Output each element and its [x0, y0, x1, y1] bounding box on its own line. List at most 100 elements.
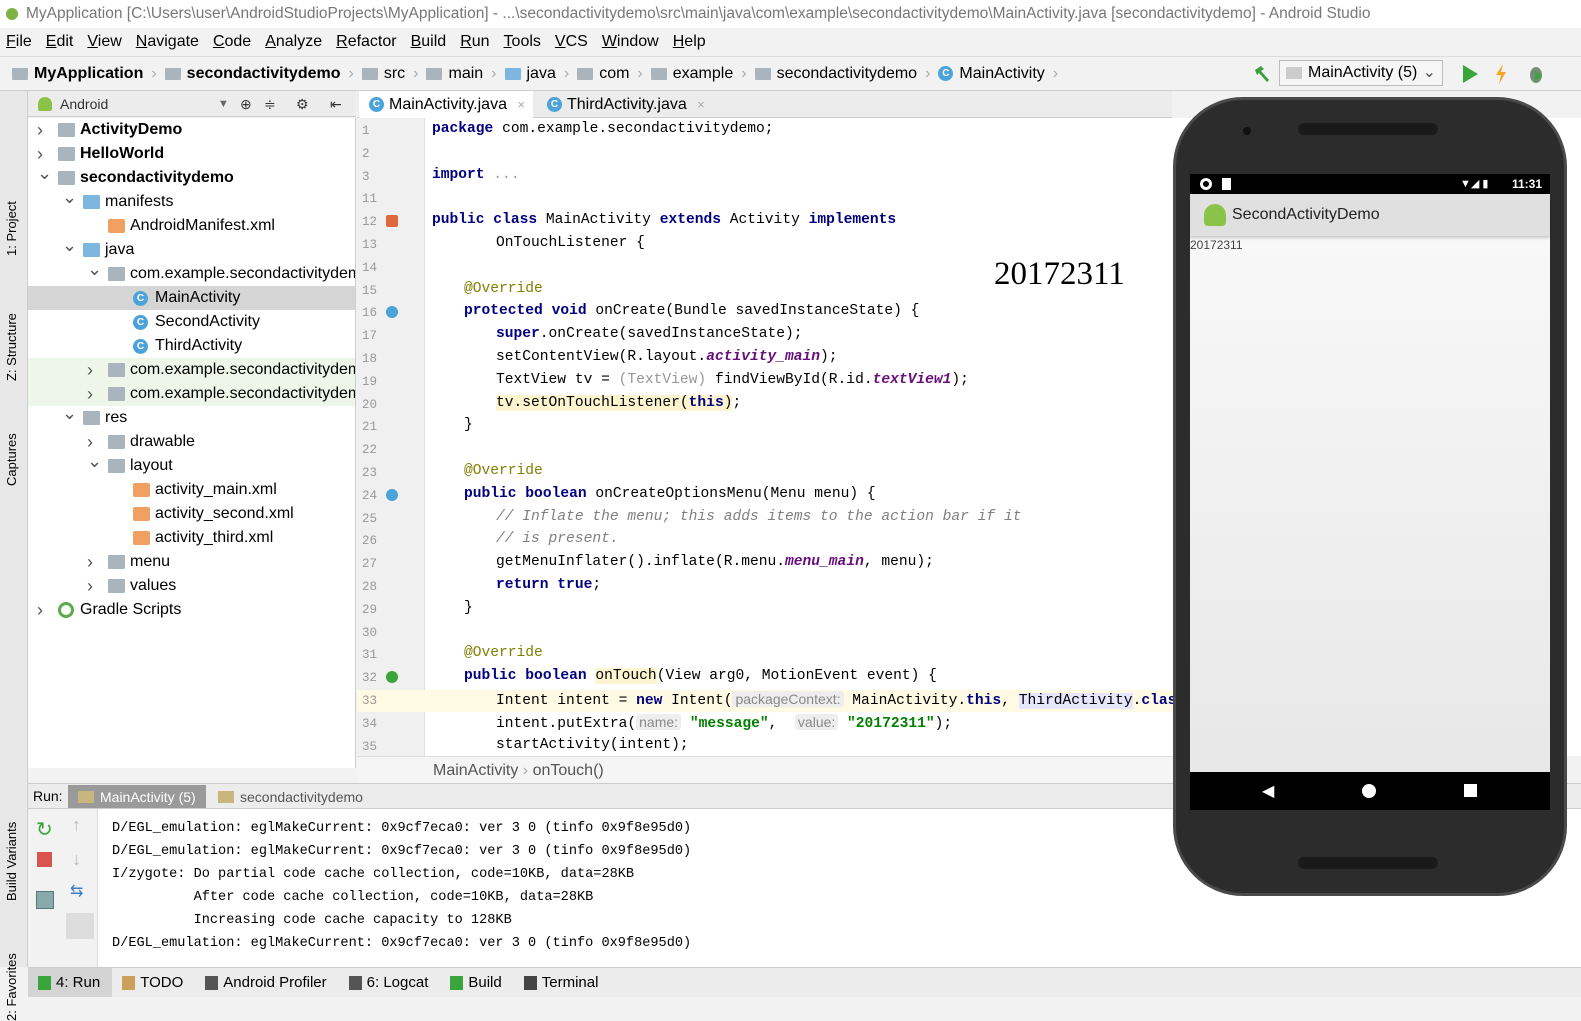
bottom-tab-todo[interactable]: TODO — [112, 968, 195, 997]
chevron-down-icon[interactable]: ⌄ — [87, 449, 102, 473]
hide-panel-icon[interactable]: ⇤ — [330, 91, 342, 117]
tree-item[interactable]: C MainActivity — [28, 286, 355, 310]
menu-refactor[interactable]: Refactor — [336, 28, 396, 56]
bottom-tab-android-profiler[interactable]: Android Profiler — [195, 968, 338, 997]
layout-icon[interactable] — [36, 891, 54, 909]
tab-favorites[interactable]: 2: Favorites — [4, 953, 19, 1021]
breadcrumb-item[interactable]: java › — [504, 65, 569, 83]
menu-run[interactable]: Run — [460, 28, 489, 56]
code-line[interactable]: super.onCreate(savedInstanceState); — [496, 326, 803, 342]
code-line[interactable]: setContentView(R.layout.activity_main); — [496, 349, 838, 365]
tab-project[interactable]: 1: Project — [4, 201, 19, 256]
run-tab-mainactivity[interactable]: MainActivity (5) — [68, 785, 206, 808]
soft-wrap-icon[interactable]: ⇆ — [70, 881, 83, 901]
chevron-right-icon[interactable]: › — [87, 358, 97, 382]
project-view-header[interactable]: Android ▼ ⊕ ≑ ⚙ ⇤ — [28, 91, 356, 117]
code-line[interactable]: @Override — [464, 281, 543, 297]
breadcrumb-item[interactable]: example › — [650, 65, 747, 83]
breadcrumb-item[interactable]: main › — [426, 65, 497, 83]
code-line[interactable]: intent.putExtra(name: "message", value: … — [496, 713, 952, 732]
menu-analyze[interactable]: Analyze — [265, 28, 322, 56]
debug-bug-icon[interactable] — [1526, 63, 1546, 85]
up-arrow-icon[interactable]: ↑ — [72, 815, 81, 836]
menu-tools[interactable]: Tools — [504, 28, 541, 56]
chevron-down-icon[interactable]: ⌄ — [62, 401, 77, 425]
code-line[interactable]: // is present. — [496, 531, 619, 547]
close-icon[interactable]: × — [517, 91, 525, 118]
scroll-to-end-icon[interactable] — [66, 913, 94, 939]
apply-changes-icon[interactable] — [1494, 63, 1508, 85]
run-configuration-select[interactable]: MainActivity (5) ⌄ — [1279, 60, 1443, 86]
chevron-right-icon[interactable]: › — [37, 118, 47, 142]
tree-item[interactable]: › menu — [28, 550, 355, 574]
code-line[interactable]: return true; — [496, 577, 601, 593]
gear-icon[interactable]: ⚙ — [296, 91, 309, 117]
breadcrumb-item[interactable]: MyApplication › — [12, 65, 157, 83]
code-line[interactable]: @Override — [464, 463, 543, 479]
tree-item[interactable]: AndroidManifest.xml — [28, 214, 355, 238]
tree-item[interactable]: › HelloWorld — [28, 142, 355, 166]
editor-tab[interactable]: C ThirdActivity.java × — [537, 91, 713, 118]
code-line[interactable]: protected void onCreate(Bundle savedInst… — [464, 303, 919, 319]
chevron-down-icon[interactable]: ⌄ — [62, 233, 77, 257]
breadcrumb-class[interactable]: MainActivity — [433, 762, 518, 779]
chevron-right-icon[interactable]: › — [87, 382, 97, 406]
bottom-tab-6-logcat[interactable]: 6: Logcat — [339, 968, 441, 997]
collapse-all-icon[interactable]: ≑ — [264, 91, 276, 117]
breadcrumb-item[interactable]: src › — [361, 65, 418, 83]
code-line[interactable]: Intent intent = new Intent(packageContex… — [496, 691, 1203, 709]
code-line[interactable]: @Override — [464, 645, 543, 661]
tree-item[interactable]: activity_main.xml — [28, 478, 355, 502]
chevron-right-icon[interactable]: › — [87, 574, 97, 598]
menu-help[interactable]: Help — [673, 28, 706, 56]
tree-item[interactable]: activity_second.xml — [28, 502, 355, 526]
tree-item[interactable]: ⌄ secondactivitydemo — [28, 163, 355, 190]
editor-tab[interactable]: C MainActivity.java × — [359, 91, 533, 118]
chevron-down-icon[interactable]: ⌄ — [37, 161, 52, 185]
tree-item[interactable]: › Gradle Scripts — [28, 598, 355, 622]
emulator-screen[interactable] — [1190, 174, 1550, 810]
code-line[interactable]: public boolean onCreateOptionsMenu(Menu … — [464, 486, 876, 502]
tree-item[interactable]: activity_third.xml — [28, 526, 355, 550]
breadcrumb-item[interactable]: secondactivitydemo › — [164, 65, 354, 83]
build-hammer-icon[interactable] — [1252, 64, 1272, 84]
code-line[interactable]: getMenuInflater().inflate(R.menu.menu_ma… — [496, 554, 934, 570]
scroll-from-source-icon[interactable]: ⊕ — [240, 91, 252, 117]
menu-vcs[interactable]: VCS — [555, 28, 588, 56]
code-line[interactable]: public class MainActivity extends Activi… — [432, 212, 896, 228]
layout-file-icon[interactable] — [386, 215, 398, 228]
app-textview[interactable]: 20172311 — [1190, 238, 1243, 252]
chevron-down-icon[interactable]: ⌄ — [87, 257, 102, 281]
menu-file[interactable]: File — [6, 28, 32, 56]
bottom-tab-4-run[interactable]: 4: Run — [28, 968, 113, 997]
tree-item[interactable]: › com.example.secondactivitydemo — [28, 382, 355, 406]
chevron-down-icon[interactable]: ⌄ — [62, 185, 77, 209]
run-play-icon[interactable] — [1460, 63, 1480, 85]
close-icon[interactable]: × — [697, 91, 705, 118]
code-line[interactable]: import ... — [432, 167, 520, 183]
tree-item[interactable]: › values — [28, 574, 355, 598]
breadcrumb-item[interactable]: com › — [577, 65, 643, 83]
tree-item[interactable]: ⌄ manifests — [28, 187, 355, 214]
code-line[interactable]: tv.setOnTouchListener(this); — [496, 394, 741, 411]
code-line[interactable]: public boolean onTouch(View arg0, Motion… — [464, 668, 937, 685]
stop-icon[interactable] — [37, 852, 52, 867]
rerun-icon[interactable]: ↻ — [36, 817, 53, 842]
code-line[interactable]: // Inflate the menu; this adds items to … — [496, 509, 1021, 525]
code-line[interactable]: } — [464, 417, 473, 433]
code-line[interactable]: TextView tv = (TextView) findViewById(R.… — [496, 372, 969, 388]
tree-item[interactable]: › drawable — [28, 430, 355, 454]
tree-item[interactable]: › com.example.secondactivitydemo — [28, 358, 355, 382]
tree-item[interactable]: › ActivityDemo — [28, 118, 355, 142]
breadcrumb-method[interactable]: onTouch() — [533, 762, 604, 779]
tree-item[interactable]: ⌄ com.example.secondactivitydemo — [28, 259, 355, 286]
code-line[interactable]: startActivity(intent); — [496, 737, 689, 753]
home-icon[interactable] — [1362, 784, 1376, 798]
menu-build[interactable]: Build — [411, 28, 447, 56]
tab-captures[interactable]: Captures — [4, 433, 19, 486]
menu-view[interactable]: View — [87, 28, 121, 56]
tree-item[interactable]: ⌄ res — [28, 403, 355, 430]
menu-edit[interactable]: Edit — [46, 28, 74, 56]
tree-item[interactable]: ⌄ java — [28, 235, 355, 262]
run-tab-secondactivitydemo[interactable]: secondactivitydemo — [208, 785, 373, 808]
